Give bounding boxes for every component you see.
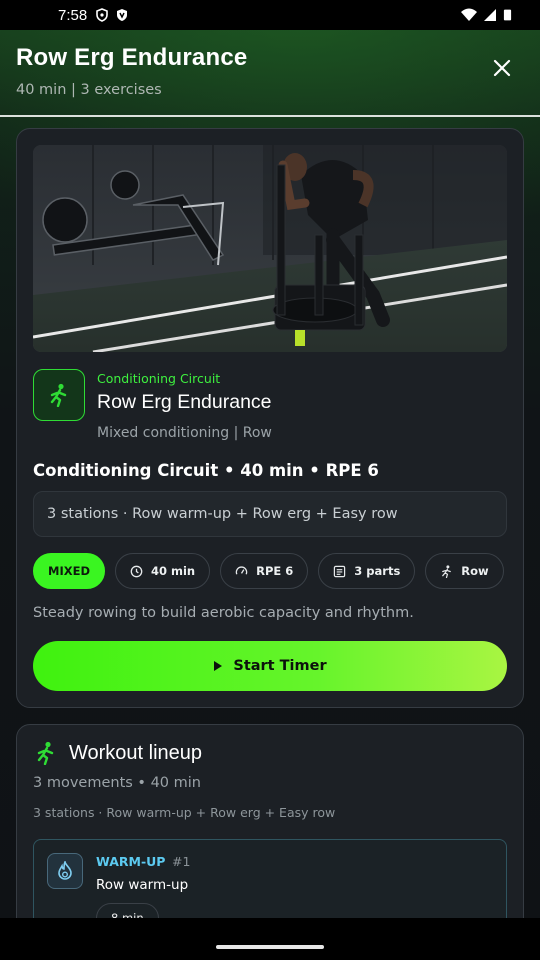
page-title: Row Erg Endurance (16, 44, 248, 71)
shield-icon (96, 8, 109, 22)
chip-label: RPE 6 (256, 564, 294, 578)
chip-parts[interactable]: 3 parts (318, 553, 416, 589)
header: Row Erg Endurance 40 min | 3 exercises (0, 30, 540, 116)
navigation-bar (0, 918, 540, 960)
category-label: Conditioning Circuit (97, 371, 221, 386)
chip-mixed[interactable]: MIXED (33, 553, 105, 589)
start-timer-button[interactable]: Start Timer (33, 641, 507, 691)
status-time: 7:58 (58, 6, 88, 24)
workout-summary: Conditioning Circuit • 40 min • RPE 6 (33, 461, 379, 480)
movement-tag: WARM-UP (96, 854, 166, 869)
play-icon (214, 661, 223, 671)
chip-duration[interactable]: 40 min (115, 553, 211, 589)
chip-label: 40 min (151, 564, 196, 578)
lineup-meta: 3 movements • 40 min (33, 775, 201, 791)
home-handle[interactable] (216, 945, 324, 949)
stations-box: 3 stations · Row warm-up + Row erg + Eas… (33, 491, 507, 537)
workout-card: Conditioning Circuit Row Erg Endurance M… (16, 128, 524, 708)
chip-row-type[interactable]: Row (425, 553, 504, 589)
gauge-icon (235, 565, 248, 575)
workout-description: Steady rowing to build aerobic capacity … (33, 605, 414, 621)
hero-image (33, 145, 507, 352)
chip-rpe[interactable]: RPE 6 (220, 553, 309, 589)
exercise-subtitle: Mixed conditioning | Row (97, 425, 272, 441)
status-bar: 7:58 (0, 0, 540, 30)
flame-icon (58, 861, 72, 880)
close-button[interactable] (490, 56, 514, 80)
lineup-title: Workout lineup (69, 741, 203, 764)
start-timer-label: Start Timer (233, 658, 327, 674)
chip-label: 3 parts (354, 564, 401, 578)
close-icon (493, 59, 511, 77)
runner-icon (37, 741, 54, 765)
exercise-title: Row Erg Endurance (97, 391, 272, 413)
runner-icon (50, 383, 67, 407)
exercise-header: Conditioning Circuit Row Erg Endurance M… (33, 369, 507, 449)
stations-text: 3 stations · Row warm-up + Row erg + Eas… (47, 506, 398, 522)
chip-label: MIXED (48, 564, 90, 578)
clock-icon (130, 565, 143, 577)
header-divider (0, 115, 540, 117)
lineup-header: Workout lineup (35, 741, 202, 765)
movement-number: #1 (172, 854, 191, 869)
exercise-icon-box (33, 369, 85, 421)
signal-icon (484, 9, 496, 21)
movement-name: Row warm-up (96, 877, 189, 893)
page-subtitle: 40 min | 3 exercises (16, 82, 162, 98)
lineup-stations: 3 stations · Row warm-up + Row erg + Eas… (33, 805, 336, 820)
chip-row: MIXED 40 min RPE 6 3 parts Row (33, 553, 504, 589)
chip-label: Row (461, 564, 489, 578)
movement-icon-box (47, 853, 83, 889)
vpn-icon (117, 9, 128, 21)
list-icon (334, 565, 346, 577)
battery-icon (503, 9, 512, 21)
wifi-icon (461, 8, 477, 21)
runner-icon (442, 564, 452, 578)
